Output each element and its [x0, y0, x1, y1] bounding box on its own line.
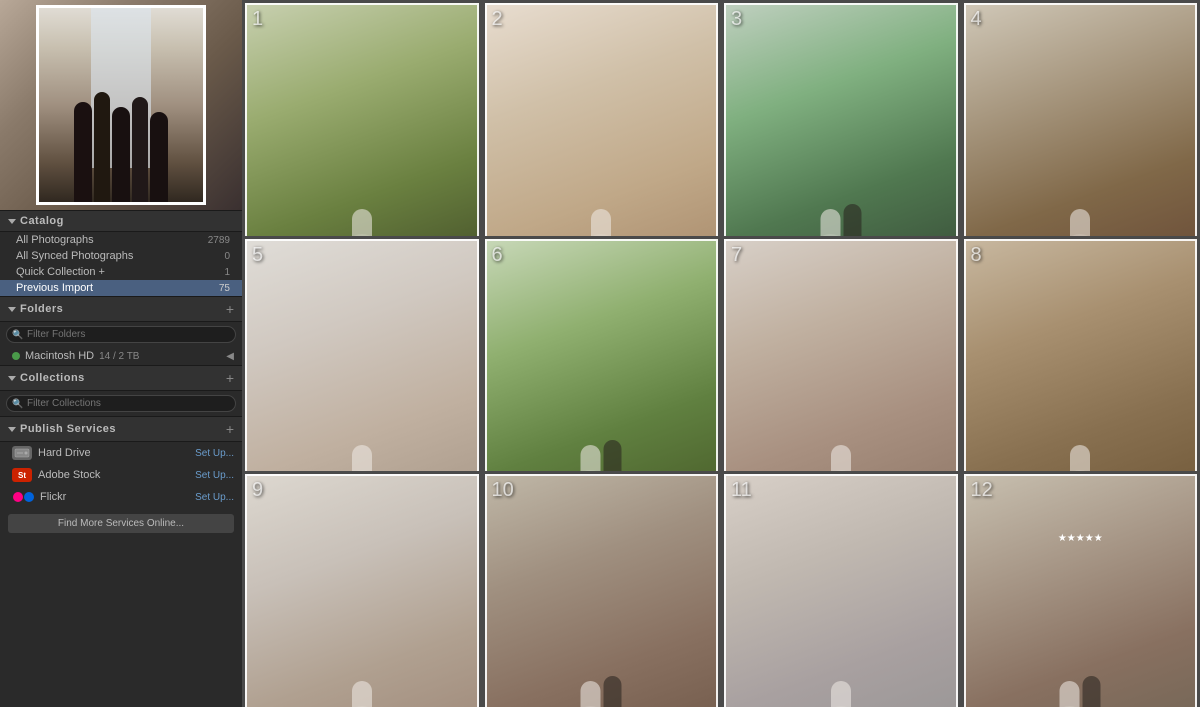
catalog-items-list: All Photographs 2789 All Synced Photogra… — [0, 232, 242, 296]
photo-number-1: 1 — [252, 8, 263, 31]
flickr-setup-button[interactable]: Set Up... — [195, 492, 234, 503]
folders-add-button[interactable]: + — [226, 301, 234, 317]
photo-cell-12[interactable]: 12 — [961, 471, 1200, 707]
catalog-item-previous-import[interactable]: Previous Import 75 — [0, 280, 242, 296]
preview-panel — [0, 0, 242, 210]
folders-filter-input[interactable] — [6, 326, 236, 343]
photo-number-11: 11 — [731, 479, 752, 502]
photo-cell-10[interactable]: 10 — [482, 471, 722, 707]
catalog-item-all-photos[interactable]: All Photographs 2789 — [0, 232, 242, 248]
main-content: 12345678★★★★★9101112 — [242, 0, 1200, 707]
adobe-stock-setup-button[interactable]: Set Up... — [195, 470, 234, 481]
folders-title: Folders — [20, 303, 63, 315]
hard-drive-icon — [12, 446, 32, 460]
adobe-stock-icon: St — [12, 468, 32, 482]
publish-services-add-button[interactable]: + — [226, 421, 234, 437]
publish-services-collapse-icon — [8, 427, 16, 432]
folder-item-macintosh-hd[interactable]: Macintosh HD 14 / 2 TB ◀ — [0, 347, 242, 365]
publish-item-hard-drive[interactable]: Hard Drive Set Up... — [0, 442, 242, 464]
photo-stars-8: ★★★★★ — [1058, 533, 1103, 544]
collections-collapse-icon — [8, 376, 16, 381]
publish-services-title: Publish Services — [20, 423, 116, 435]
collections-search-icon: 🔍 — [12, 398, 23, 409]
photo-grid: 12345678★★★★★9101112 — [242, 0, 1200, 707]
collections-section-header[interactable]: Collections + — [0, 365, 242, 391]
collections-filter-input[interactable] — [6, 395, 236, 412]
photo-cell-11[interactable]: 11 — [721, 471, 961, 707]
folders-search-icon: 🔍 — [12, 329, 23, 340]
sidebar-scroll-content: Catalog All Photographs 2789 All Synced … — [0, 210, 242, 707]
hard-drive-setup-button[interactable]: Set Up... — [195, 448, 234, 459]
find-more-services-button[interactable]: Find More Services Online... — [8, 514, 234, 533]
publish-services-section-header[interactable]: Publish Services + — [0, 416, 242, 442]
preview-image — [0, 0, 242, 210]
folders-filter-row: 🔍 — [0, 322, 242, 347]
collections-add-button[interactable]: + — [226, 370, 234, 386]
photo-number-7: 7 — [731, 244, 742, 267]
catalog-collapse-icon — [8, 219, 16, 224]
catalog-title: Catalog — [20, 215, 64, 227]
photo-number-10: 10 — [492, 479, 514, 502]
disk-status-icon — [12, 352, 20, 360]
catalog-item-quick-collection[interactable]: Quick Collection + 1 — [0, 264, 242, 280]
folder-expand-icon: ◀ — [226, 351, 234, 362]
photo-number-6: 6 — [492, 244, 503, 267]
photo-cell-9[interactable]: 9 — [242, 471, 482, 707]
folders-section-header[interactable]: Folders + — [0, 296, 242, 322]
catalog-section-header[interactable]: Catalog — [0, 210, 242, 232]
photo-number-5: 5 — [252, 244, 263, 267]
photo-number-9: 9 — [252, 479, 263, 502]
photo-number-3: 3 — [731, 8, 742, 31]
photo-number-4: 4 — [971, 8, 982, 31]
photo-number-8: 8 — [971, 244, 982, 267]
sidebar: Catalog All Photographs 2789 All Synced … — [0, 0, 242, 707]
publish-item-flickr[interactable]: Flickr Set Up... — [0, 486, 242, 508]
folders-collapse-icon — [8, 307, 16, 312]
catalog-item-synced-photos[interactable]: All Synced Photographs 0 — [0, 248, 242, 264]
collections-title: Collections — [20, 372, 85, 384]
publish-item-adobe-stock[interactable]: St Adobe Stock Set Up... — [0, 464, 242, 486]
photo-number-2: 2 — [492, 8, 503, 31]
photo-number-12: 12 — [971, 479, 993, 502]
collections-filter-row: 🔍 — [0, 391, 242, 416]
flickr-icon — [12, 490, 34, 504]
